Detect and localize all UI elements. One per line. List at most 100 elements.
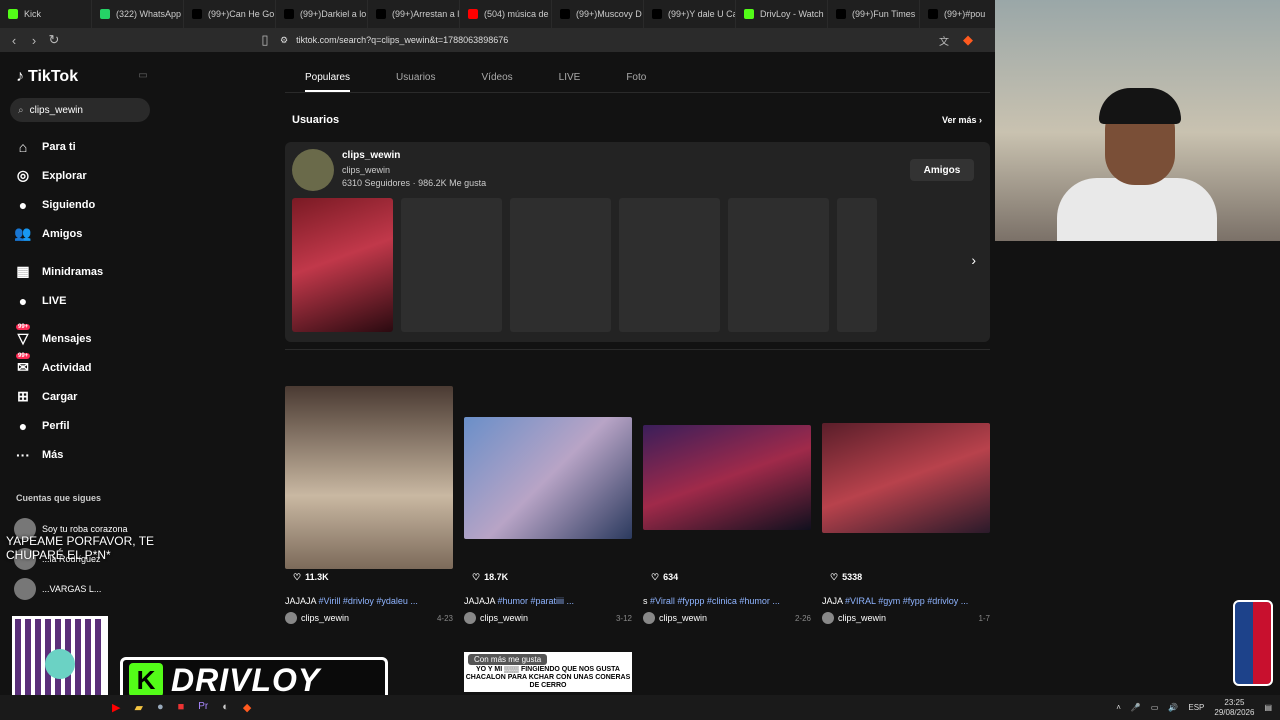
browser-tab[interactable]: (99+)Darkiel a lo: [276, 0, 368, 28]
author-name: clips_wewin: [838, 613, 887, 623]
video-thumbnail[interactable]: [643, 425, 811, 530]
video-card-partial[interactable]: Con más me gusta YO Y MI ▒▒▒ FINGIENDO Q…: [464, 652, 632, 692]
app-icon[interactable]: ◐: [222, 701, 229, 714]
like-value: 18.7K: [484, 572, 509, 582]
sidebar-item-mensajes[interactable]: ▽ 99+ Mensajes: [14, 323, 103, 353]
tab-favicon-icon: [284, 9, 294, 19]
tab-vídeos[interactable]: Vídeos: [482, 66, 513, 92]
video-title[interactable]: JAJAJA #Virill #drivloy #ydaleu ...: [285, 596, 453, 606]
video-thumbnail[interactable]: [292, 198, 393, 332]
brave-shield-icon[interactable]: ◆: [958, 32, 978, 48]
clock[interactable]: 23:25 29/08/2026: [1214, 698, 1254, 718]
most-liked-badge: Con más me gusta: [468, 654, 548, 665]
video-card[interactable]: ♡ 18.7K JAJAJA #humor #paratiiii ... clips_…: [464, 386, 632, 626]
sidebar-item-para-ti[interactable]: ⌂ Para ti: [14, 132, 103, 161]
browser-tab[interactable]: (99+)Can He Go: [184, 0, 276, 28]
back-icon[interactable]: ‹: [4, 33, 24, 48]
tab-title: (99+)Y dale U Ca: [668, 9, 736, 19]
volume-icon[interactable]: 🔊: [1168, 703, 1178, 712]
forward-icon[interactable]: ›: [24, 33, 44, 48]
video-card[interactable]: ♡ 11.3K JAJAJA #Virill #drivloy #ydaleu ..…: [285, 386, 453, 626]
browser-tab[interactable]: (99+)Muscovy D: [552, 0, 644, 28]
nba-logo: [1233, 600, 1273, 686]
sidebar-item-más[interactable]: ··· Más: [14, 440, 103, 469]
browser-tab[interactable]: (99+)Fun Times: [828, 0, 920, 28]
tab-title: (99+)Darkiel a lo: [300, 9, 367, 19]
obs-app-icon[interactable]: ■: [178, 701, 185, 714]
video-author[interactable]: clips_wewin 1-7: [822, 612, 990, 624]
like-value: 5338: [842, 572, 863, 582]
video-author[interactable]: clips_wewin 2-26: [643, 612, 811, 624]
sidebar-item-perfil[interactable]: ● Perfil: [14, 411, 103, 440]
video-card[interactable]: ♡ 5338 JAJA #VIRAL #gym #fypp #drivloy ...…: [822, 386, 990, 626]
sidebar-item-minidramas[interactable]: ▦ Minidramas: [14, 257, 103, 286]
browser-tab[interactable]: (99+)Arrestan a l: [368, 0, 460, 28]
tab-populares[interactable]: Populares: [305, 66, 351, 92]
sidebar-item-actividad[interactable]: ✉ 99+ Actividad: [14, 352, 103, 382]
video-author[interactable]: clips_wewin 4-23: [285, 612, 453, 624]
steam-app-icon[interactable]: ●: [157, 701, 164, 714]
sidebar-item-explorar[interactable]: ◎ Explorar: [14, 161, 103, 190]
network-icon[interactable]: ▭: [1151, 703, 1159, 712]
browser-tab[interactable]: (504) música de: [460, 0, 552, 28]
site-info-icon[interactable]: ⚙: [280, 35, 288, 46]
hashtags[interactable]: #VIRAL #gym #fypp #drivloy ...: [845, 596, 968, 606]
video-thumbnail-placeholder: [401, 198, 502, 332]
result-tabs: Populares Usuarios Vídeos LIVE Foto: [285, 66, 646, 92]
chevron-up-icon[interactable]: ˄: [1116, 703, 1121, 712]
tab-foto[interactable]: Foto: [626, 66, 646, 92]
video-author[interactable]: clips_wewin 3-12: [464, 612, 632, 624]
video-thumbnail[interactable]: [285, 386, 453, 569]
sidebar-item-siguiendo[interactable]: ● Siguiendo: [14, 190, 103, 219]
tiktok-logo[interactable]: ♪ TikTok: [16, 68, 78, 86]
tab-favicon-icon: [468, 9, 478, 19]
browser-tab[interactable]: Kick: [0, 0, 92, 28]
video-title[interactable]: JAJAJA #humor #paratiiii ...: [464, 596, 632, 606]
youtube-app-icon[interactable]: ▶: [112, 701, 120, 714]
browser-tab[interactable]: DrivLoy - Watch: [736, 0, 828, 28]
sidebar-item-live[interactable]: ● LIVE: [14, 286, 103, 315]
video-card[interactable]: ♡ 634 s #Virall #fyppp #clinica #humor ...…: [643, 386, 811, 626]
video-thumbnail[interactable]: [464, 417, 632, 539]
bookmark-icon[interactable]: ▯: [255, 32, 275, 48]
language-indicator[interactable]: ESP: [1188, 703, 1204, 712]
hashtags[interactable]: #Virill #drivloy #ydaleu ...: [319, 596, 418, 606]
video-title[interactable]: JAJA #VIRAL #gym #fypp #drivloy ...: [822, 596, 990, 606]
tab-live[interactable]: LIVE: [559, 66, 581, 92]
mic-icon[interactable]: 🎤: [1131, 703, 1141, 712]
sidebar-item-label: Actividad: [42, 361, 92, 374]
tab-title: (99+)Can He Go: [208, 9, 275, 19]
profile-avatar-icon: ●: [18, 417, 28, 434]
browser-tab[interactable]: (99+)Y dale U Ca: [644, 0, 736, 28]
friends-button[interactable]: Amigos: [910, 159, 974, 181]
folder-app-icon[interactable]: ▰: [134, 701, 142, 714]
title-text: JAJA: [822, 596, 846, 606]
user-name[interactable]: clips_wewin: [342, 150, 400, 161]
tab-favicon-icon: [836, 9, 846, 19]
followed-account[interactable]: ...VARGAS L...: [14, 574, 128, 604]
user-card[interactable]: clips_wewin clips_wewin 6310 Seguidores …: [285, 142, 990, 342]
chevron-right-icon[interactable]: ›: [971, 252, 976, 268]
browser-tab[interactable]: (322) WhatsApp: [92, 0, 184, 28]
collapse-sidebar-icon[interactable]: ▭: [133, 70, 153, 81]
video-title[interactable]: s #Virall #fyppp #clinica #humor ...: [643, 596, 811, 606]
translate-icon[interactable]: 文: [934, 33, 954, 48]
user-video-strip: [292, 198, 877, 332]
sidebar-item-amigos[interactable]: 👥 Amigos: [14, 219, 103, 248]
system-tray: ˄ 🎤 ▭ 🔊 ESP 23:25 29/08/2026 ▤: [1116, 695, 1272, 720]
author-name: clips_wewin: [659, 613, 708, 623]
browser-app-icon[interactable]: ◆: [243, 701, 251, 714]
notification-icon[interactable]: ▤: [1264, 703, 1272, 712]
tab-usuarios[interactable]: Usuarios: [396, 66, 435, 92]
search-input[interactable]: ⌕ clips_wewin: [10, 98, 150, 122]
video-thumbnail[interactable]: [822, 423, 990, 533]
sidebar-nav: ⌂ Para ti ◎ Explorar ● Siguiendo 👥 Amigos ▦ Minid…: [14, 132, 103, 469]
premiere-app-icon[interactable]: Pr: [198, 701, 208, 714]
hashtags[interactable]: #Virall #fyppp #clinica #humor ...: [650, 596, 780, 606]
reload-icon[interactable]: ↻: [44, 32, 64, 48]
hashtags[interactable]: #humor #paratiiii ...: [498, 596, 575, 606]
sidebar-item-cargar[interactable]: ⊞ Cargar: [14, 382, 103, 411]
url-field[interactable]: ⚙ tiktok.com/search?q=clips_wewin&t=1788…: [280, 31, 980, 49]
see-more-link[interactable]: Ver más ›: [942, 115, 982, 125]
avatar[interactable]: [292, 149, 334, 191]
